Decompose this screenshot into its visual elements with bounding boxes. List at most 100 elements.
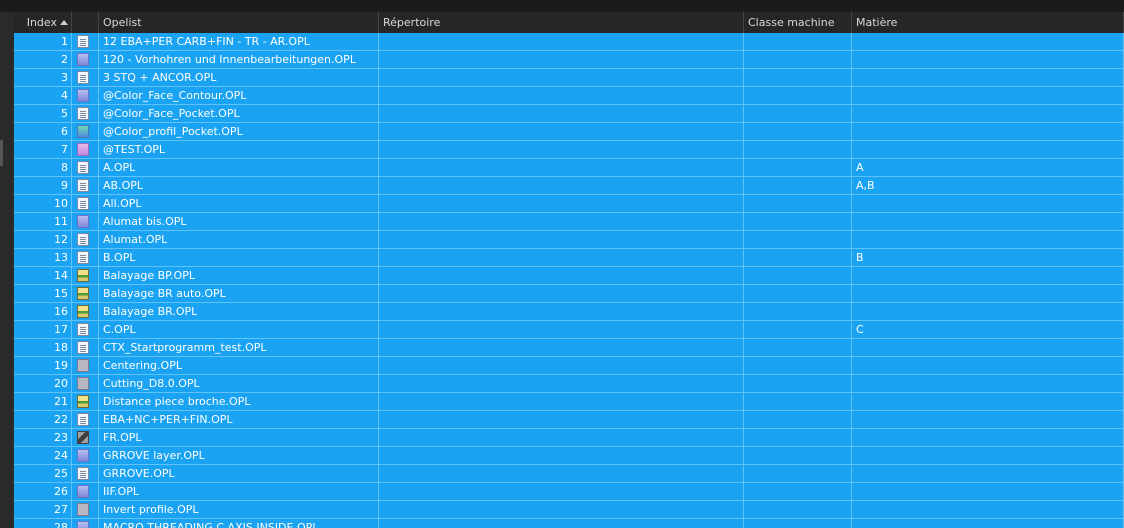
cell-classe-machine xyxy=(744,105,852,123)
table-row[interactable]: 16 Balayage BR.OPL xyxy=(14,303,1124,321)
table-row[interactable]: 13 B.OPL B xyxy=(14,249,1124,267)
column-header-matiere[interactable]: Matière xyxy=(852,12,1124,33)
cell-index: 17 xyxy=(14,321,72,339)
table-row[interactable]: 27 Invert profile.OPL xyxy=(14,501,1124,519)
cell-classe-machine xyxy=(744,411,852,429)
cell-icon xyxy=(72,393,99,411)
cell-index: 4 xyxy=(14,87,72,105)
cell-icon xyxy=(72,375,99,393)
cell-classe-machine xyxy=(744,465,852,483)
cell-opelist: @Color_Face_Contour.OPL xyxy=(99,87,379,105)
table-row[interactable]: 2 120 - Vorhohren und Innenbearbeitungen.… xyxy=(14,51,1124,69)
column-header-icon[interactable] xyxy=(72,12,99,33)
cell-icon xyxy=(72,33,99,51)
column-header-opelist[interactable]: Opelist xyxy=(99,12,379,33)
operation-list-icon xyxy=(77,485,89,498)
table-row[interactable]: 25 GRROVE.OPL xyxy=(14,465,1124,483)
cell-repertoire xyxy=(379,411,744,429)
cell-opelist: @TEST.OPL xyxy=(99,141,379,159)
cell-classe-machine xyxy=(744,177,852,195)
cell-icon xyxy=(72,285,99,303)
cell-matiere xyxy=(852,501,1124,519)
cell-icon xyxy=(72,141,99,159)
table-row[interactable]: 19 Centering.OPL xyxy=(14,357,1124,375)
cell-icon xyxy=(72,303,99,321)
cell-repertoire xyxy=(379,213,744,231)
cell-index: 14 xyxy=(14,267,72,285)
cell-index: 3 xyxy=(14,69,72,87)
cell-opelist: 120 - Vorhohren und Innenbearbeitungen.O… xyxy=(99,51,379,69)
table-row[interactable]: 3 3 STQ + ANCOR.OPL xyxy=(14,69,1124,87)
cell-repertoire xyxy=(379,195,744,213)
cell-index: 20 xyxy=(14,375,72,393)
document-icon xyxy=(77,341,89,354)
table-row[interactable]: 15 Balayage BR auto.OPL xyxy=(14,285,1124,303)
cell-icon xyxy=(72,465,99,483)
cell-opelist: GRROVE layer.OPL xyxy=(99,447,379,465)
cell-icon xyxy=(72,105,99,123)
table-row[interactable]: 12 Alumat.OPL xyxy=(14,231,1124,249)
table-row[interactable]: 17 C.OPL C xyxy=(14,321,1124,339)
cell-opelist: Alumat bis.OPL xyxy=(99,213,379,231)
table-row[interactable]: 23 FR.OPL xyxy=(14,429,1124,447)
table-row[interactable]: 18 CTX_Startprogramm_test.OPL xyxy=(14,339,1124,357)
cell-matiere xyxy=(852,519,1124,528)
column-header-repertoire[interactable]: Répertoire xyxy=(379,12,744,33)
cell-matiere xyxy=(852,69,1124,87)
cell-opelist: Cutting_D8.0.OPL xyxy=(99,375,379,393)
document-icon xyxy=(77,71,89,84)
cell-icon xyxy=(72,267,99,285)
table-row[interactable]: 28 MACRO THREADING C AXIS INSIDE.OPL xyxy=(14,519,1124,528)
table-row[interactable]: 11 Alumat bis.OPL xyxy=(14,213,1124,231)
cell-opelist: AB.OPL xyxy=(99,177,379,195)
cell-opelist: Balayage BR auto.OPL xyxy=(99,285,379,303)
cell-repertoire xyxy=(379,519,744,528)
cell-opelist: CTX_Startprogramm_test.OPL xyxy=(99,339,379,357)
cell-index: 2 xyxy=(14,51,72,69)
column-header-index[interactable]: Index xyxy=(14,12,72,33)
cell-index: 27 xyxy=(14,501,72,519)
cell-matiere xyxy=(852,123,1124,141)
cell-index: 28 xyxy=(14,519,72,528)
table-row[interactable]: 9 AB.OPL A,B xyxy=(14,177,1124,195)
cell-matiere xyxy=(852,393,1124,411)
cell-matiere xyxy=(852,285,1124,303)
cell-opelist: A.OPL xyxy=(99,159,379,177)
cell-icon xyxy=(72,447,99,465)
cell-classe-machine xyxy=(744,33,852,51)
cell-icon xyxy=(72,231,99,249)
table-row[interactable]: 10 All.OPL xyxy=(14,195,1124,213)
table-row[interactable]: 26 IIF.OPL xyxy=(14,483,1124,501)
table-row[interactable]: 4 @Color_Face_Contour.OPL xyxy=(14,87,1124,105)
table-row[interactable]: 7 @TEST.OPL xyxy=(14,141,1124,159)
cell-repertoire xyxy=(379,267,744,285)
cell-repertoire xyxy=(379,339,744,357)
cell-matiere xyxy=(852,105,1124,123)
cell-index: 5 xyxy=(14,105,72,123)
cell-index: 25 xyxy=(14,465,72,483)
document-icon xyxy=(77,161,89,174)
table-row[interactable]: 14 Balayage BP.OPL xyxy=(14,267,1124,285)
cell-repertoire xyxy=(379,51,744,69)
cell-index: 16 xyxy=(14,303,72,321)
table-row[interactable]: 20 Cutting_D8.0.OPL xyxy=(14,375,1124,393)
splitter-handle[interactable] xyxy=(0,140,3,166)
cell-repertoire xyxy=(379,429,744,447)
tool-icon xyxy=(77,431,89,444)
cell-index: 26 xyxy=(14,483,72,501)
table-row[interactable]: 21 Distance piece broche.OPL xyxy=(14,393,1124,411)
table-row[interactable]: 22 EBA+NC+PER+FIN.OPL xyxy=(14,411,1124,429)
cell-repertoire xyxy=(379,249,744,267)
table-row[interactable]: 24 GRROVE layer.OPL xyxy=(14,447,1124,465)
table-row[interactable]: 8 A.OPL A xyxy=(14,159,1124,177)
cell-repertoire xyxy=(379,303,744,321)
column-header-classe-machine[interactable]: Classe machine xyxy=(744,12,852,33)
cell-index: 1 xyxy=(14,33,72,51)
operation-list-icon xyxy=(77,449,89,462)
table-row[interactable]: 6 @Color_profil_Pocket.OPL xyxy=(14,123,1124,141)
document-icon xyxy=(77,467,89,480)
table-row[interactable]: 1 12 EBA+PER CARB+FIN - TR - AR.OPL xyxy=(14,33,1124,51)
table-row[interactable]: 5 @Color_Face_Pocket.OPL xyxy=(14,105,1124,123)
cell-repertoire xyxy=(379,69,744,87)
left-panel-gutter xyxy=(0,12,14,528)
